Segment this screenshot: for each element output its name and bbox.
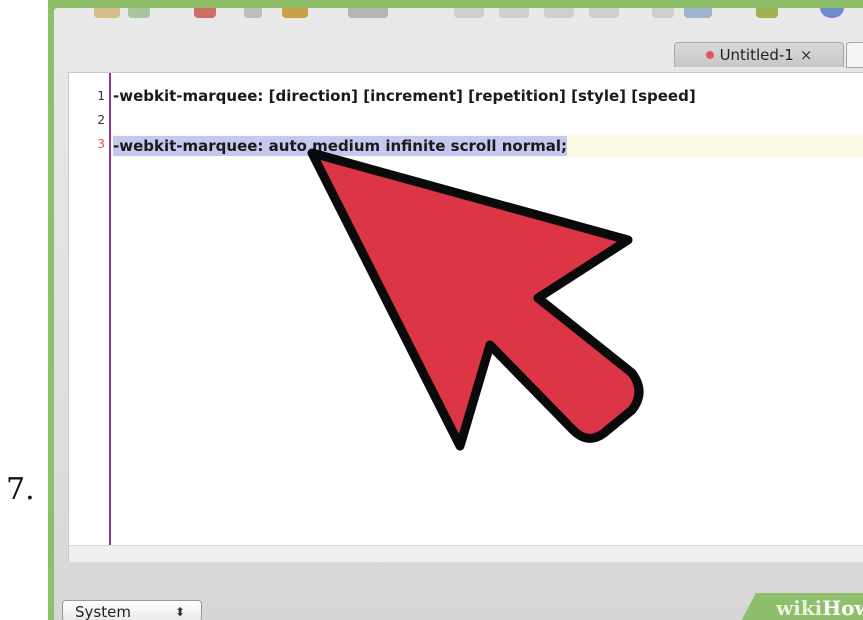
tab-overflow[interactable] <box>846 42 863 68</box>
toolbar-icon-k[interactable] <box>652 8 674 18</box>
toolbar-icon-f[interactable] <box>348 8 388 18</box>
selected-text[interactable]: -webkit-marquee: auto medium infinite sc… <box>113 136 567 156</box>
line-number-3: 3 <box>97 137 105 151</box>
watermark-how: How <box>822 596 863 620</box>
editor-window: Untitled-1 × 1 2 3 -webkit-marquee: [dir… <box>54 8 863 620</box>
tab-untitled-1[interactable]: Untitled-1 × <box>674 42 844 67</box>
tab-title: Untitled-1 <box>719 46 794 64</box>
toolbar-icon-j[interactable] <box>589 8 619 18</box>
toolbar-icon-i[interactable] <box>544 8 574 18</box>
unsaved-dot-icon <box>705 51 714 59</box>
line-gutter: 1 2 3 <box>69 73 111 545</box>
toolbar-icon-n[interactable] <box>820 8 844 18</box>
step-number: 7. <box>6 472 35 507</box>
syntax-mode-select[interactable]: System ⬍ <box>62 600 202 620</box>
syntax-mode-value: System <box>75 603 131 620</box>
toolbar-icon-c[interactable] <box>194 8 216 18</box>
status-bar: System ⬍ <box>54 593 863 620</box>
toolbar-icon-b[interactable] <box>128 8 150 18</box>
code-editor[interactable]: 1 2 3 -webkit-marquee: [direction] [incr… <box>68 72 863 562</box>
toolbar-icon-e[interactable] <box>282 8 308 18</box>
toolbar-icon-d[interactable] <box>244 8 262 18</box>
line-number-2: 2 <box>97 113 105 127</box>
toolbar-icon-l[interactable] <box>684 8 712 18</box>
image-frame: Untitled-1 × 1 2 3 -webkit-marquee: [dir… <box>48 0 863 620</box>
code-line-1[interactable]: -webkit-marquee: [direction] [increment]… <box>113 85 696 107</box>
toolbar-icon-a[interactable] <box>94 8 120 18</box>
toolbar <box>54 8 863 36</box>
toolbar-icon-g[interactable] <box>454 8 484 18</box>
toolbar-icon-m[interactable] <box>756 8 778 18</box>
horizontal-scrollbar[interactable] <box>69 545 863 562</box>
close-icon[interactable]: × <box>800 46 813 64</box>
code-line-3[interactable]: -webkit-marquee: auto medium infinite sc… <box>113 135 567 157</box>
line-number-1: 1 <box>97 89 105 103</box>
watermark-wiki: wiki <box>776 596 823 620</box>
toolbar-icon-h[interactable] <box>499 8 529 18</box>
wikihow-watermark: wikiHow <box>776 596 863 620</box>
chevron-updown-icon: ⬍ <box>174 605 185 619</box>
tab-bar: Untitled-1 × <box>54 40 863 68</box>
